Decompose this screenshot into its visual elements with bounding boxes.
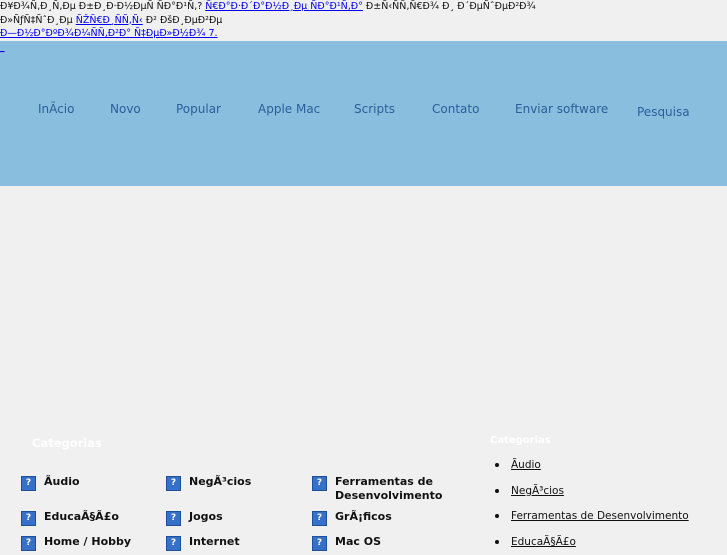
nav-item-inicio[interactable]: InÃcio — [38, 102, 74, 116]
question-icon: ? — [312, 476, 327, 491]
notice-text-1: Ð¥Ð¾Ñ‚Ð¸Ñ‚Ðµ Ð±Ð¸Ð·Ð½ÐµÑ ÑÐ°Ð¹Ñ‚? — [0, 1, 206, 12]
notice-after-2: Ð² ÐšÐ¸ÐµÐ²Ðµ — [142, 14, 223, 26]
notice-line-3: Ð—Ð½Ð°ÐºÐ¾Ð¼ÑÑ‚Ð²Ð° Ñ‡ÐµÐ»Ð½Ð¾ 7. — [0, 27, 727, 41]
sidebar-category-list: Ãudio NegÃ³cios Ferramentas de Desenvolv… — [493, 452, 689, 554]
question-icon: ? — [166, 511, 181, 526]
nav-item-novo[interactable]: Novo — [110, 102, 141, 116]
top-notice: Ð¥Ð¾Ñ‚Ð¸Ñ‚Ðµ Ð±Ð¸Ð·Ð½ÐµÑ ÑÐ°Ð¹Ñ‚? Ñ€Ð°Ð·… — [0, 0, 727, 41]
sidebar-link-ferramentas[interactable]: Ferramentas de Desenvolvimento — [511, 510, 689, 522]
notice-link-3[interactable]: Ð—Ð½Ð°ÐºÐ¾Ð¼ÑÑ‚Ð²Ð° Ñ‡ÐµÐ»Ð½Ð¾ 7. — [0, 28, 218, 39]
nav-item-pesquisa[interactable]: Pesquisa — [637, 105, 690, 119]
nav-item-scripts[interactable]: Scripts — [354, 102, 395, 116]
category-label: GrÃ¡ficos — [335, 510, 392, 523]
category-label: Mac OS — [335, 535, 381, 548]
question-icon: ? — [312, 536, 327, 551]
notice-after-1: Ð±Ñ‹ÑÑ‚Ñ€Ð¾ Ð¸ Ð´ÐµÑˆÐµÐ²Ð¾ — [362, 1, 536, 12]
question-icon: ? — [21, 476, 36, 491]
categories-title: Categorias — [32, 436, 102, 450]
notice-link-2[interactable]: ÑŽÑ€Ð¸ÑÑ‚Ñ‹ — [76, 15, 143, 26]
category-graficos[interactable]: ? GrÃ¡ficos — [312, 510, 485, 526]
nav-item-contato[interactable]: Contato — [432, 102, 479, 116]
notice-text-2: Ð»ÑƒÑ‡ÑˆÐ¸Ðµ — [0, 14, 76, 26]
category-ferramentas[interactable]: ? Ferramentas de Desenvolvimento — [312, 475, 485, 503]
question-icon: ? — [166, 536, 181, 551]
list-item: EducaÃ§Ã£o — [493, 529, 689, 555]
nav-item-apple-mac[interactable]: Apple Mac — [258, 102, 320, 116]
nav-item-enviar-software[interactable]: Enviar software — [515, 102, 608, 116]
question-icon: ? — [166, 476, 181, 491]
sidebar-link-audio[interactable]: Ãudio — [511, 459, 541, 471]
list-item: NegÃ³cios — [493, 478, 689, 504]
question-icon: ? — [21, 511, 36, 526]
notice-line-1: Ð¥Ð¾Ñ‚Ð¸Ñ‚Ðµ Ð±Ð¸Ð·Ð½ÐµÑ ÑÐ°Ð¹Ñ‚? Ñ€Ð°Ð·… — [0, 0, 727, 14]
list-item: Ãudio — [493, 452, 689, 478]
notice-line-2: Ð»ÑƒÑ‡ÑˆÐ¸Ðµ ÑŽÑ€Ð¸ÑÑ‚Ñ‹ Ð² ÐšÐ¸ÐµÐ²Ðµ — [0, 14, 727, 28]
list-item: Ferramentas de Desenvolvimento — [493, 503, 689, 529]
main-navbar: InÃcio Novo Popular Apple Mac Scripts Co… — [0, 41, 727, 186]
sidebar-link-educacao[interactable]: EducaÃ§Ã£o — [511, 536, 576, 548]
nav-item-popular[interactable]: Popular — [176, 102, 221, 116]
question-icon: ? — [312, 511, 327, 526]
category-mac-os[interactable]: ? Mac OS — [312, 535, 485, 551]
sidebar-categories-title: Categorias — [490, 435, 551, 446]
question-icon: ? — [21, 536, 36, 551]
tiny-link[interactable]: _ — [0, 43, 5, 53]
sidebar-link-negocios[interactable]: NegÃ³cios — [511, 485, 564, 497]
notice-link-1[interactable]: Ñ€Ð°Ð·Ð´Ð°Ð½Ð¸Ðµ ÑÐ°Ð¹Ñ‚Ð° — [205, 1, 363, 12]
category-label: Ferramentas de Desenvolvimento — [335, 475, 443, 502]
